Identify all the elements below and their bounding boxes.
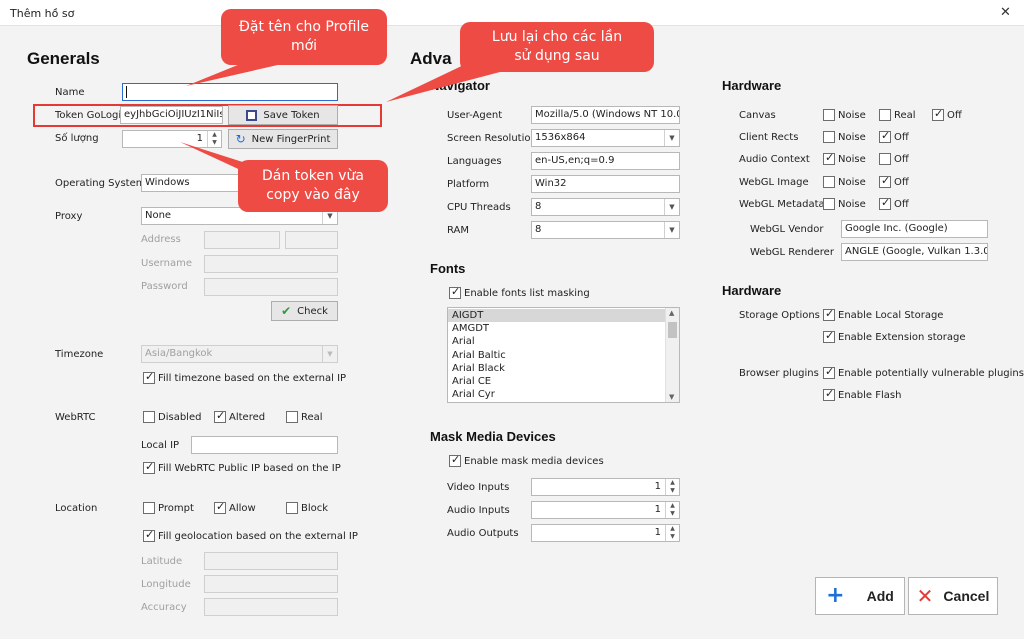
callout-paste-token: Dán token vừa copy vào đây	[238, 160, 388, 212]
callout-save-for-later: Lưu lại cho các lần sử dụng sau	[460, 22, 654, 72]
callout-profile-name: Đặt tên cho Profile mới	[221, 9, 387, 65]
callout-pointers	[180, 58, 500, 180]
